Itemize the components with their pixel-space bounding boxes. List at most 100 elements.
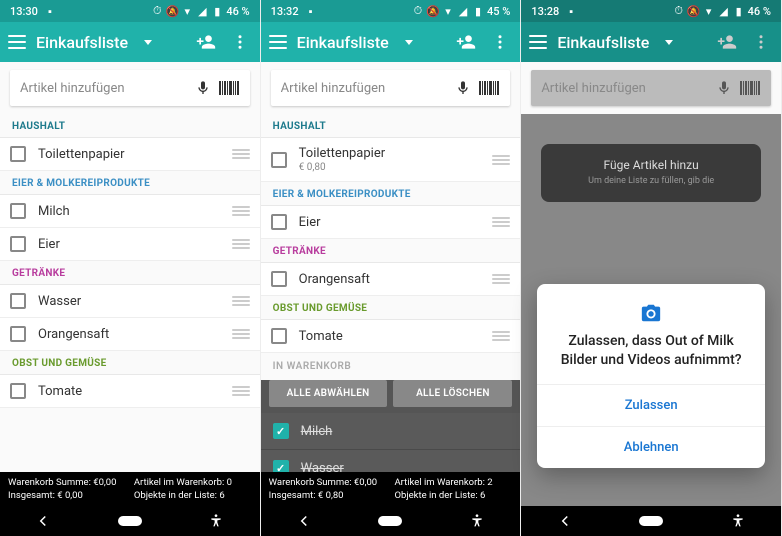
category-header: HAUSHALT [261, 114, 521, 138]
list-item[interactable]: Toilettenpapier€ 0,80 [261, 138, 521, 182]
battery-pct: 45 % [487, 5, 510, 18]
add-user-icon[interactable] [194, 30, 218, 54]
mic-icon[interactable] [452, 77, 474, 99]
battery-pct: 46 % [226, 5, 249, 18]
home-icon[interactable] [378, 509, 402, 533]
page-title: Einkaufsliste [36, 33, 128, 52]
deny-button[interactable]: Ablehnen [537, 426, 765, 468]
list-count: Objekte in der Liste: 6 [394, 490, 512, 501]
category-header: GETRÄNKE [0, 261, 260, 285]
cart-item[interactable]: Wasser [261, 450, 521, 472]
checkbox[interactable] [10, 293, 26, 309]
alarm-icon: ⏱ [412, 5, 424, 17]
list-item[interactable]: Milch [0, 195, 260, 228]
list-item[interactable]: Tomate [261, 320, 521, 353]
signal-icon: ◢ [457, 5, 469, 17]
checkbox[interactable] [10, 236, 26, 252]
cart-item-label: Milch [301, 424, 509, 439]
home-icon[interactable] [118, 509, 142, 533]
barcode-icon[interactable] [739, 77, 761, 99]
back-icon[interactable] [31, 509, 55, 533]
checkbox[interactable] [271, 152, 287, 168]
onboarding-card: Füge Artikel hinzu Um deine Liste zu fül… [541, 144, 761, 202]
checkbox[interactable] [10, 203, 26, 219]
accessibility-icon[interactable] [465, 509, 489, 533]
list-item[interactable]: Orangensaft [0, 318, 260, 351]
drag-handle-icon[interactable] [492, 217, 510, 227]
menu-icon[interactable] [269, 33, 287, 51]
checkbox[interactable] [10, 383, 26, 399]
status-time: 13:30 [10, 5, 38, 18]
category-header: EIER & MOLKEREIPRODUKTE [0, 171, 260, 195]
accessibility-icon[interactable] [204, 509, 228, 533]
status-bar: 13:30▪ ⏱ 🔕 ▾ ◢ ▮ 46 % [0, 0, 260, 22]
allow-button[interactable]: Zulassen [537, 384, 765, 426]
dropdown-icon[interactable] [665, 40, 673, 45]
mute-icon: 🔕 [688, 5, 700, 17]
list-item[interactable]: Tomate [0, 375, 260, 408]
back-icon[interactable] [553, 509, 577, 533]
accessibility-icon[interactable] [726, 509, 750, 533]
drag-handle-icon[interactable] [232, 239, 250, 249]
cart-count: Artikel im Warenkorb: 0 [134, 477, 252, 488]
camera-icon [553, 302, 749, 324]
drag-handle-icon[interactable] [232, 296, 250, 306]
checkbox[interactable] [10, 326, 26, 342]
checked-checkbox[interactable] [273, 460, 289, 472]
drag-handle-icon[interactable] [232, 329, 250, 339]
bookmark-icon: ▪ [305, 5, 317, 17]
back-icon[interactable] [292, 509, 316, 533]
more-icon[interactable] [488, 30, 512, 54]
add-user-icon[interactable] [454, 30, 478, 54]
more-icon[interactable] [749, 30, 773, 54]
mic-icon[interactable] [192, 77, 214, 99]
checked-checkbox[interactable] [273, 423, 289, 439]
item-label: Tomate [38, 384, 232, 399]
wifi-icon: ▾ [442, 5, 454, 17]
nav-bar [521, 506, 781, 536]
menu-icon[interactable] [529, 33, 547, 51]
add-item-input[interactable] [541, 81, 709, 96]
deselect-all-button[interactable]: ALLE ABWÄHLEN [269, 380, 388, 407]
status-bar: 13:28▪ ⏱ 🔕 ▾ ◢ ▮ 46 % [521, 0, 781, 22]
category-header: OBST UND GEMÜSE [261, 296, 521, 320]
page-title: Einkaufsliste [297, 33, 389, 52]
category-header: OBST UND GEMÜSE [0, 351, 260, 375]
list-content: HAUSHALTToilettenpapierEIER & MOLKEREIPR… [0, 114, 260, 472]
checkbox[interactable] [271, 328, 287, 344]
checkbox[interactable] [271, 271, 287, 287]
alarm-icon: ⏱ [673, 5, 685, 17]
cart-item-label: Wasser [301, 461, 509, 473]
drag-handle-icon[interactable] [492, 274, 510, 284]
drag-handle-icon[interactable] [232, 149, 250, 159]
mic-icon[interactable] [713, 77, 735, 99]
drag-handle-icon[interactable] [492, 331, 510, 341]
list-item[interactable]: Wasser [0, 285, 260, 318]
list-item[interactable]: Eier [261, 206, 521, 239]
dropdown-icon[interactable] [405, 40, 413, 45]
battery-pct: 46 % [748, 5, 771, 18]
add-item-input[interactable] [20, 81, 188, 96]
add-user-icon[interactable] [715, 30, 739, 54]
barcode-icon[interactable] [218, 77, 240, 99]
list-item[interactable]: Toilettenpapier [0, 138, 260, 171]
cart-item[interactable]: Milch [261, 413, 521, 450]
add-item-input[interactable] [281, 81, 449, 96]
list-item[interactable]: Orangensaft [261, 263, 521, 296]
list-content: HAUSHALTToilettenpapier€ 0,80EIER & MOLK… [261, 114, 521, 472]
checkbox[interactable] [271, 214, 287, 230]
delete-all-button[interactable]: ALLE LÖSCHEN [393, 380, 512, 407]
item-label: Wasser [38, 294, 232, 309]
item-label: Eier [299, 215, 493, 230]
home-icon[interactable] [639, 509, 663, 533]
dropdown-icon[interactable] [144, 40, 152, 45]
list-item[interactable]: Eier [0, 228, 260, 261]
drag-handle-icon[interactable] [492, 155, 510, 165]
item-label: Orangensaft [38, 327, 232, 342]
drag-handle-icon[interactable] [232, 386, 250, 396]
drag-handle-icon[interactable] [232, 206, 250, 216]
menu-icon[interactable] [8, 33, 26, 51]
more-icon[interactable] [228, 30, 252, 54]
checkbox[interactable] [10, 146, 26, 162]
barcode-icon[interactable] [478, 77, 500, 99]
